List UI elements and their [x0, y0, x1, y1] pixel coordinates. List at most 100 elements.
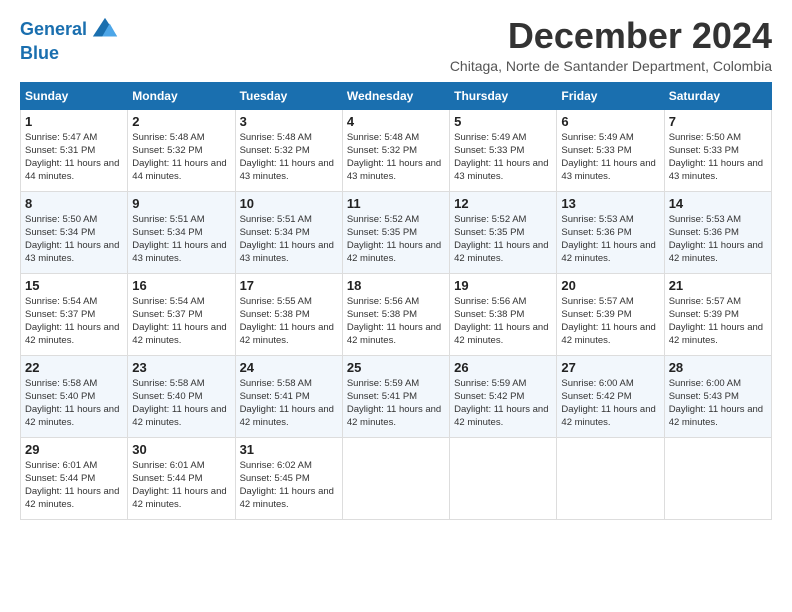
calendar-cell: 25 Sunrise: 5:59 AM Sunset: 5:41 PM Dayl…: [342, 355, 449, 437]
cell-info: Sunrise: 5:56 AM Sunset: 5:38 PM Dayligh…: [347, 295, 445, 348]
day-number: 29: [25, 442, 123, 457]
cell-info: Sunrise: 5:58 AM Sunset: 5:40 PM Dayligh…: [25, 377, 123, 430]
calendar-week-row: 15 Sunrise: 5:54 AM Sunset: 5:37 PM Dayl…: [21, 273, 772, 355]
title-block: December 2024 Chitaga, Norte de Santande…: [450, 16, 772, 74]
day-number: 2: [132, 114, 230, 129]
calendar-cell: 12 Sunrise: 5:52 AM Sunset: 5:35 PM Dayl…: [450, 191, 557, 273]
cell-info: Sunrise: 5:48 AM Sunset: 5:32 PM Dayligh…: [240, 131, 338, 184]
cell-info: Sunrise: 5:51 AM Sunset: 5:34 PM Dayligh…: [132, 213, 230, 266]
day-number: 20: [561, 278, 659, 293]
calendar-cell: 27 Sunrise: 6:00 AM Sunset: 5:42 PM Dayl…: [557, 355, 664, 437]
cell-info: Sunrise: 5:54 AM Sunset: 5:37 PM Dayligh…: [25, 295, 123, 348]
logo-text: General: [20, 20, 87, 40]
day-number: 10: [240, 196, 338, 211]
calendar-cell: 29 Sunrise: 6:01 AM Sunset: 5:44 PM Dayl…: [21, 437, 128, 519]
day-number: 25: [347, 360, 445, 375]
calendar-cell: 4 Sunrise: 5:48 AM Sunset: 5:32 PM Dayli…: [342, 109, 449, 191]
cell-info: Sunrise: 5:59 AM Sunset: 5:42 PM Dayligh…: [454, 377, 552, 430]
day-number: 30: [132, 442, 230, 457]
calendar-cell: 20 Sunrise: 5:57 AM Sunset: 5:39 PM Dayl…: [557, 273, 664, 355]
day-number: 16: [132, 278, 230, 293]
location-subtitle: Chitaga, Norte de Santander Department, …: [450, 58, 772, 74]
day-number: 4: [347, 114, 445, 129]
col-header-thursday: Thursday: [450, 82, 557, 109]
calendar-cell: 11 Sunrise: 5:52 AM Sunset: 5:35 PM Dayl…: [342, 191, 449, 273]
day-number: 23: [132, 360, 230, 375]
calendar-cell: 16 Sunrise: 5:54 AM Sunset: 5:37 PM Dayl…: [128, 273, 235, 355]
cell-info: Sunrise: 5:48 AM Sunset: 5:32 PM Dayligh…: [347, 131, 445, 184]
day-number: 28: [669, 360, 767, 375]
logo-blue: Blue: [20, 44, 119, 64]
cell-info: Sunrise: 5:54 AM Sunset: 5:37 PM Dayligh…: [132, 295, 230, 348]
calendar-week-row: 22 Sunrise: 5:58 AM Sunset: 5:40 PM Dayl…: [21, 355, 772, 437]
cell-info: Sunrise: 5:57 AM Sunset: 5:39 PM Dayligh…: [561, 295, 659, 348]
calendar-cell: 8 Sunrise: 5:50 AM Sunset: 5:34 PM Dayli…: [21, 191, 128, 273]
col-header-monday: Monday: [128, 82, 235, 109]
cell-info: Sunrise: 6:01 AM Sunset: 5:44 PM Dayligh…: [132, 459, 230, 512]
calendar-table: SundayMondayTuesdayWednesdayThursdayFrid…: [20, 82, 772, 520]
logo: General Blue: [20, 16, 119, 64]
cell-info: Sunrise: 5:50 AM Sunset: 5:33 PM Dayligh…: [669, 131, 767, 184]
day-number: 3: [240, 114, 338, 129]
day-number: 1: [25, 114, 123, 129]
calendar-cell: [342, 437, 449, 519]
cell-info: Sunrise: 5:49 AM Sunset: 5:33 PM Dayligh…: [454, 131, 552, 184]
cell-info: Sunrise: 5:58 AM Sunset: 5:41 PM Dayligh…: [240, 377, 338, 430]
col-header-saturday: Saturday: [664, 82, 771, 109]
day-number: 26: [454, 360, 552, 375]
calendar-cell: [557, 437, 664, 519]
day-number: 17: [240, 278, 338, 293]
calendar-cell: 21 Sunrise: 5:57 AM Sunset: 5:39 PM Dayl…: [664, 273, 771, 355]
cell-info: Sunrise: 5:56 AM Sunset: 5:38 PM Dayligh…: [454, 295, 552, 348]
logo-icon: [91, 16, 119, 44]
cell-info: Sunrise: 5:52 AM Sunset: 5:35 PM Dayligh…: [454, 213, 552, 266]
day-number: 13: [561, 196, 659, 211]
cell-info: Sunrise: 6:00 AM Sunset: 5:43 PM Dayligh…: [669, 377, 767, 430]
calendar-cell: 13 Sunrise: 5:53 AM Sunset: 5:36 PM Dayl…: [557, 191, 664, 273]
col-header-wednesday: Wednesday: [342, 82, 449, 109]
cell-info: Sunrise: 5:48 AM Sunset: 5:32 PM Dayligh…: [132, 131, 230, 184]
page-header: General Blue December 2024 Chitaga, Nort…: [20, 16, 772, 74]
calendar-cell: 10 Sunrise: 5:51 AM Sunset: 5:34 PM Dayl…: [235, 191, 342, 273]
calendar-cell: 6 Sunrise: 5:49 AM Sunset: 5:33 PM Dayli…: [557, 109, 664, 191]
calendar-cell: 2 Sunrise: 5:48 AM Sunset: 5:32 PM Dayli…: [128, 109, 235, 191]
cell-info: Sunrise: 5:50 AM Sunset: 5:34 PM Dayligh…: [25, 213, 123, 266]
cell-info: Sunrise: 5:59 AM Sunset: 5:41 PM Dayligh…: [347, 377, 445, 430]
cell-info: Sunrise: 6:00 AM Sunset: 5:42 PM Dayligh…: [561, 377, 659, 430]
calendar-cell: 9 Sunrise: 5:51 AM Sunset: 5:34 PM Dayli…: [128, 191, 235, 273]
cell-info: Sunrise: 5:47 AM Sunset: 5:31 PM Dayligh…: [25, 131, 123, 184]
cell-info: Sunrise: 5:51 AM Sunset: 5:34 PM Dayligh…: [240, 213, 338, 266]
day-number: 21: [669, 278, 767, 293]
cell-info: Sunrise: 5:52 AM Sunset: 5:35 PM Dayligh…: [347, 213, 445, 266]
cell-info: Sunrise: 5:53 AM Sunset: 5:36 PM Dayligh…: [561, 213, 659, 266]
day-number: 5: [454, 114, 552, 129]
calendar-week-row: 29 Sunrise: 6:01 AM Sunset: 5:44 PM Dayl…: [21, 437, 772, 519]
day-number: 14: [669, 196, 767, 211]
day-number: 24: [240, 360, 338, 375]
calendar-header-row: SundayMondayTuesdayWednesdayThursdayFrid…: [21, 82, 772, 109]
calendar-cell: 14 Sunrise: 5:53 AM Sunset: 5:36 PM Dayl…: [664, 191, 771, 273]
col-header-sunday: Sunday: [21, 82, 128, 109]
cell-info: Sunrise: 6:01 AM Sunset: 5:44 PM Dayligh…: [25, 459, 123, 512]
calendar-cell: 19 Sunrise: 5:56 AM Sunset: 5:38 PM Dayl…: [450, 273, 557, 355]
day-number: 11: [347, 196, 445, 211]
col-header-friday: Friday: [557, 82, 664, 109]
day-number: 7: [669, 114, 767, 129]
day-number: 31: [240, 442, 338, 457]
day-number: 8: [25, 196, 123, 211]
calendar-cell: [664, 437, 771, 519]
day-number: 19: [454, 278, 552, 293]
calendar-cell: 28 Sunrise: 6:00 AM Sunset: 5:43 PM Dayl…: [664, 355, 771, 437]
calendar-cell: 5 Sunrise: 5:49 AM Sunset: 5:33 PM Dayli…: [450, 109, 557, 191]
cell-info: Sunrise: 5:55 AM Sunset: 5:38 PM Dayligh…: [240, 295, 338, 348]
calendar-cell: 18 Sunrise: 5:56 AM Sunset: 5:38 PM Dayl…: [342, 273, 449, 355]
cell-info: Sunrise: 6:02 AM Sunset: 5:45 PM Dayligh…: [240, 459, 338, 512]
day-number: 27: [561, 360, 659, 375]
day-number: 15: [25, 278, 123, 293]
calendar-cell: 3 Sunrise: 5:48 AM Sunset: 5:32 PM Dayli…: [235, 109, 342, 191]
day-number: 12: [454, 196, 552, 211]
cell-info: Sunrise: 5:49 AM Sunset: 5:33 PM Dayligh…: [561, 131, 659, 184]
calendar-cell: 30 Sunrise: 6:01 AM Sunset: 5:44 PM Dayl…: [128, 437, 235, 519]
calendar-cell: 26 Sunrise: 5:59 AM Sunset: 5:42 PM Dayl…: [450, 355, 557, 437]
calendar-week-row: 8 Sunrise: 5:50 AM Sunset: 5:34 PM Dayli…: [21, 191, 772, 273]
